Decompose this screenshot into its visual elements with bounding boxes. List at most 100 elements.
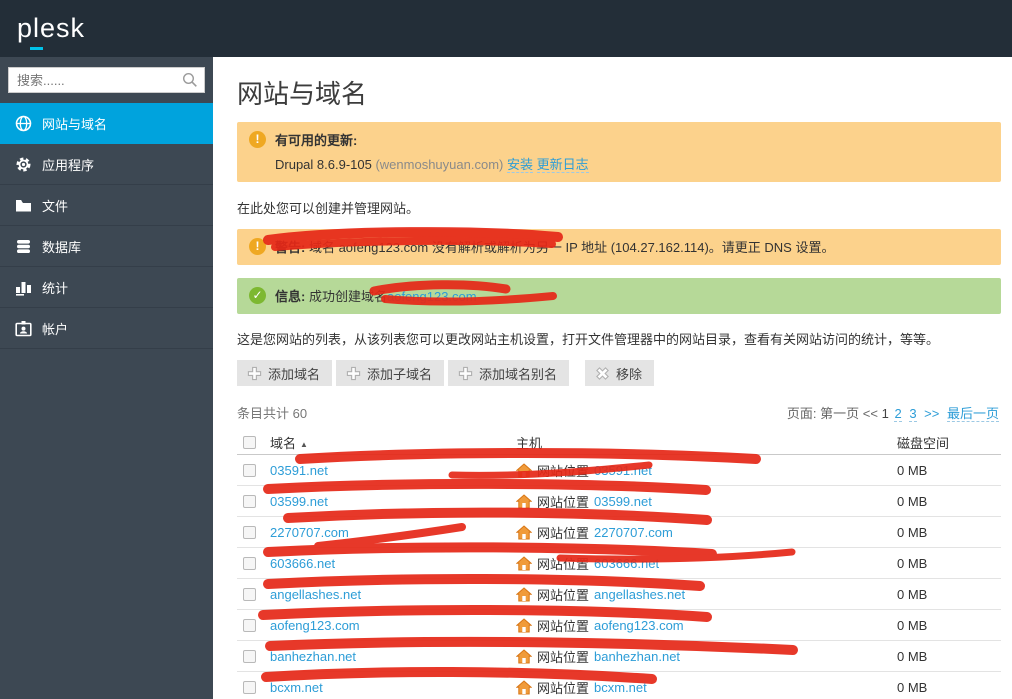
sidebar: 网站与域名 应用程序 文件 数据库 统计 帐户 xyxy=(0,57,213,699)
domain-link[interactable]: 03591.net xyxy=(270,463,516,478)
host-domain-link[interactable]: aofeng123.com xyxy=(594,618,684,633)
row-checkbox[interactable] xyxy=(243,557,256,570)
row-checkbox[interactable] xyxy=(243,526,256,539)
house-icon xyxy=(516,494,532,509)
domain-link[interactable]: aofeng123.com xyxy=(270,618,516,633)
disk-usage: 0 MB xyxy=(897,463,1001,478)
check-icon: ✓ xyxy=(249,287,266,304)
house-icon xyxy=(516,525,532,540)
domain-link[interactable]: 603666.net xyxy=(270,556,516,571)
table-row: bcxm.net 网站位置 bcxm.net 0 MB xyxy=(237,672,1001,699)
row-checkbox[interactable] xyxy=(243,464,256,477)
domain-link[interactable]: 03599.net xyxy=(270,494,516,509)
warning-icon: ! xyxy=(249,238,266,255)
toolbar: 添加域名 添加子域名 添加域名别名 移除 xyxy=(237,360,1001,386)
update-notice: ! 有可用的更新: Drupal 8.6.9-105 (wenmoshuyuan… xyxy=(237,122,1001,182)
pager-current-page: 1 xyxy=(882,406,889,421)
add-subdomain-button[interactable]: 添加子域名 xyxy=(336,360,444,386)
domain-link[interactable]: bcxm.net xyxy=(270,680,516,695)
row-checkbox[interactable] xyxy=(243,619,256,632)
pager-page-2[interactable]: 2 xyxy=(894,406,901,422)
items-total: 条目共计 60 xyxy=(237,403,307,422)
disk-usage: 0 MB xyxy=(897,618,1001,633)
row-checkbox[interactable] xyxy=(243,588,256,601)
plesk-logo: plesk xyxy=(17,13,85,44)
sidebar-item-account[interactable]: 帐户 xyxy=(0,308,213,349)
table-row: banhezhan.net 网站位置 banhezhan.net 0 MB xyxy=(237,641,1001,672)
domain-link[interactable]: angellashes.net xyxy=(270,587,516,602)
sidebar-item-statistics[interactable]: 统计 xyxy=(0,267,213,308)
host-domain-link[interactable]: 603666.net xyxy=(594,556,659,571)
house-icon xyxy=(516,680,532,695)
stats-icon xyxy=(14,279,32,296)
plus-icon xyxy=(458,366,473,381)
disk-usage: 0 MB xyxy=(897,556,1001,571)
remove-button[interactable]: 移除 xyxy=(585,360,654,386)
column-header-domain[interactable]: 域名▲ xyxy=(270,433,516,452)
sidebar-item-applications[interactable]: 应用程序 xyxy=(0,144,213,185)
disk-usage: 0 MB xyxy=(897,494,1001,509)
hosting-type-label: 网站位置 xyxy=(537,461,589,480)
hosting-type-label: 网站位置 xyxy=(537,492,589,511)
add-domain-alias-button[interactable]: 添加域名别名 xyxy=(448,360,569,386)
column-header-hosting[interactable]: 主机 xyxy=(516,433,897,452)
pager-last[interactable]: 最后一页 xyxy=(947,406,999,422)
pager-page-3[interactable]: 3 xyxy=(909,406,916,422)
disk-usage: 0 MB xyxy=(897,680,1001,695)
row-checkbox[interactable] xyxy=(243,681,256,694)
pager-next[interactable]: >> xyxy=(924,406,939,421)
domain-link[interactable]: 2270707.com xyxy=(270,525,516,540)
host-domain-link[interactable]: 2270707.com xyxy=(594,525,673,540)
column-header-disk[interactable]: 磁盘空间 xyxy=(897,433,1001,452)
hosting-type-label: 网站位置 xyxy=(537,554,589,573)
sidebar-item-files[interactable]: 文件 xyxy=(0,185,213,226)
add-domain-button[interactable]: 添加域名 xyxy=(237,360,332,386)
search-icon[interactable] xyxy=(182,72,198,93)
dns-warning: ! 警告: 域名 aofeng123.com 没有解析或解析为另一 IP 地址 … xyxy=(237,229,1001,265)
update-package: Drupal 8.6.9-105 xyxy=(275,157,372,172)
host-domain-link[interactable]: 03599.net xyxy=(594,494,652,509)
page-title: 网站与域名 xyxy=(237,78,1001,110)
sidebar-item-label: 应用程序 xyxy=(42,155,94,174)
host-domain-link[interactable]: bcxm.net xyxy=(594,680,647,695)
warning-label: 警告: xyxy=(275,240,305,255)
row-checkbox[interactable] xyxy=(243,650,256,663)
sidebar-item-label: 帐户 xyxy=(42,319,68,338)
row-checkbox[interactable] xyxy=(243,495,256,508)
house-icon xyxy=(516,556,532,571)
created-domain-link[interactable]: aofeng123.com xyxy=(387,289,477,304)
hosting-type-label: 网站位置 xyxy=(537,523,589,542)
changelog-link[interactable]: 更新日志 xyxy=(537,157,589,173)
info-label: 信息: xyxy=(275,289,305,304)
install-link[interactable]: 安装 xyxy=(507,157,533,173)
host-domain-link[interactable]: 03591.net xyxy=(594,463,652,478)
domains-table: 域名▲ 主机 磁盘空间 03591.net 网站位置 03591.net 0 M… xyxy=(237,430,1001,699)
house-icon xyxy=(516,618,532,633)
warning-text: 没有解析或解析为另一 IP 地址 (104.27.162.114)。请更正 DN… xyxy=(432,240,835,255)
gear-icon xyxy=(14,156,32,173)
warning-redacted: 域名 aofeng123.com xyxy=(309,240,428,255)
table-header-row: 域名▲ 主机 磁盘空间 xyxy=(237,430,1001,455)
disk-usage: 0 MB xyxy=(897,649,1001,664)
hosting-type-label: 网站位置 xyxy=(537,647,589,666)
table-row: 03591.net 网站位置 03591.net 0 MB xyxy=(237,455,1001,486)
update-heading: 有可用的更新: xyxy=(275,133,357,148)
domain-link[interactable]: banhezhan.net xyxy=(270,649,516,664)
sidebar-item-databases[interactable]: 数据库 xyxy=(0,226,213,267)
host-domain-link[interactable]: angellashes.net xyxy=(594,587,685,602)
disk-usage: 0 MB xyxy=(897,587,1001,602)
search-input[interactable] xyxy=(8,67,205,93)
database-icon xyxy=(14,238,32,255)
pager-label: 页面: xyxy=(787,406,817,421)
select-all-checkbox[interactable] xyxy=(243,436,256,449)
hosting-type-label: 网站位置 xyxy=(537,585,589,604)
table-row: 2270707.com 网站位置 2270707.com 0 MB xyxy=(237,517,1001,548)
sidebar-item-websites-domains[interactable]: 网站与域名 xyxy=(0,103,213,144)
host-domain-link[interactable]: banhezhan.net xyxy=(594,649,680,664)
update-site: (wenmoshuyuan.com) xyxy=(375,157,503,172)
list-meta: 条目共计 60 页面: 第一页 << 1 2 3 >> 最后一页 xyxy=(237,403,1001,422)
hosting-type-label: 网站位置 xyxy=(537,678,589,697)
main-content: 网站与域名 ! 有可用的更新: Drupal 8.6.9-105 (wenmos… xyxy=(213,57,1012,699)
sidebar-item-label: 数据库 xyxy=(42,237,81,256)
house-icon xyxy=(516,587,532,602)
